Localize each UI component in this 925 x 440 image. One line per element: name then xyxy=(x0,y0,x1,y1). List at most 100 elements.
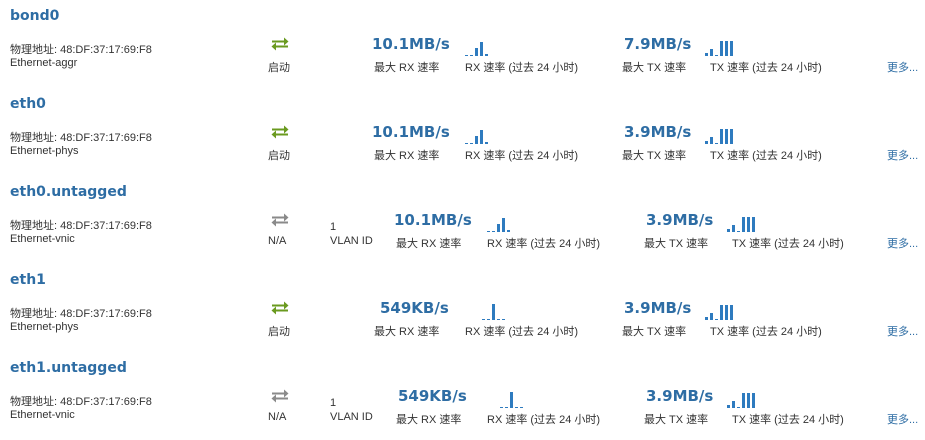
max-tx-rate-label: 最大 TX 速率 xyxy=(622,62,687,74)
gray-transfer-arrows-icon xyxy=(270,388,290,404)
rx-rate-chart-label: RX 速率 (过去 24 小时) xyxy=(465,150,579,162)
rx-rate-sparkline xyxy=(465,38,505,56)
max-rx-rate-value: 549KB/s xyxy=(380,299,449,317)
tx-sparkline-bar xyxy=(705,141,708,144)
rx-sparkline-bar xyxy=(465,55,468,56)
max-rx-rate-label: 最大 RX 速率 xyxy=(374,150,440,162)
interface-type: Ethernet-vnic xyxy=(10,409,75,421)
vlan-id-value: 1 xyxy=(330,397,337,409)
tx-sparkline-bar xyxy=(725,41,728,56)
tx-sparkline-bar xyxy=(705,53,708,56)
max-rx-rate-label: 最大 RX 速率 xyxy=(396,238,462,250)
interface-row: eth1.untagged 物理地址: 48:DF:37:17:69:F8 Ethe… xyxy=(0,352,925,440)
tx-rate-sparkline xyxy=(705,126,745,144)
max-rx-rate-label: 最大 RX 速率 xyxy=(374,326,440,338)
max-rx-rate-value: 549KB/s xyxy=(398,387,467,405)
tx-rate-sparkline xyxy=(727,390,767,408)
tx-sparkline-bar xyxy=(725,129,728,144)
rx-rate-chart-label: RX 速率 (过去 24 小时) xyxy=(487,238,601,250)
mac-address: 物理地址: 48:DF:37:17:69:F8 xyxy=(10,396,152,408)
interface-name: eth0 xyxy=(10,96,46,112)
tx-sparkline-bar xyxy=(705,317,708,320)
mac-address: 物理地址: 48:DF:37:17:69:F8 xyxy=(10,44,152,56)
tx-sparkline-bar xyxy=(742,393,745,408)
rx-sparkline-bar xyxy=(507,230,510,232)
rx-sparkline-bar xyxy=(470,143,473,144)
interface-type: Ethernet-vnic xyxy=(10,233,75,245)
more-link[interactable]: 更多... xyxy=(887,411,918,427)
tx-sparkline-bar xyxy=(710,49,713,56)
tx-sparkline-bar xyxy=(727,405,730,408)
rx-sparkline-bar xyxy=(475,48,478,56)
tx-sparkline-bar xyxy=(737,407,740,408)
interface-name: eth1.untagged xyxy=(10,360,127,376)
tx-rate-chart-label: TX 速率 (过去 24 小时) xyxy=(710,150,822,162)
tx-sparkline-bar xyxy=(742,217,745,232)
tx-sparkline-bar xyxy=(727,229,730,232)
rx-sparkline-bar xyxy=(502,218,505,232)
tx-sparkline-bar xyxy=(737,231,740,232)
rx-sparkline-bar xyxy=(500,407,503,408)
tx-sparkline-bar xyxy=(720,129,723,144)
vlan-id-label: VLAN ID xyxy=(330,235,373,247)
rx-rate-sparkline xyxy=(487,214,527,232)
max-rx-rate-label: 最大 RX 速率 xyxy=(374,62,440,74)
max-tx-rate-label: 最大 TX 速率 xyxy=(644,238,709,250)
tx-sparkline-bar xyxy=(730,129,733,144)
interface-row: eth0 物理地址: 48:DF:37:17:69:F8 Ethernet-phys… xyxy=(0,88,925,176)
tx-sparkline-bar xyxy=(747,217,750,232)
tx-sparkline-bar xyxy=(732,401,735,408)
status-label: 启动 xyxy=(268,326,290,338)
max-tx-rate-value: 3.9MB/s xyxy=(624,299,692,317)
rx-rate-sparkline xyxy=(465,126,505,144)
tx-rate-chart-label: TX 速率 (过去 24 小时) xyxy=(732,414,844,426)
tx-sparkline-bar xyxy=(725,305,728,320)
rx-sparkline-bar xyxy=(487,319,490,320)
interface-type: Ethernet-phys xyxy=(10,145,79,157)
interface-row: eth0.untagged 物理地址: 48:DF:37:17:69:F8 Ethe… xyxy=(0,176,925,264)
vlan-id-label: VLAN ID xyxy=(330,411,373,423)
rx-rate-chart-label: RX 速率 (过去 24 小时) xyxy=(465,62,579,74)
status-label: N/A xyxy=(268,235,287,247)
more-link[interactable]: 更多... xyxy=(887,59,918,75)
more-link[interactable]: 更多... xyxy=(887,323,918,339)
tx-sparkline-bar xyxy=(720,41,723,56)
rx-sparkline-bar xyxy=(515,407,518,408)
rx-sparkline-bar xyxy=(485,142,488,144)
max-tx-rate-value: 3.9MB/s xyxy=(646,211,714,229)
rx-sparkline-bar xyxy=(510,392,513,408)
rx-rate-chart-label: RX 速率 (过去 24 小时) xyxy=(465,326,579,338)
max-tx-rate-label: 最大 TX 速率 xyxy=(622,150,687,162)
status-label: 启动 xyxy=(268,62,290,74)
green-transfer-arrows-icon xyxy=(270,124,290,140)
rx-sparkline-bar xyxy=(492,231,495,232)
rx-sparkline-bar xyxy=(480,42,483,56)
status-label: N/A xyxy=(268,411,287,423)
max-rx-rate-value: 10.1MB/s xyxy=(394,211,472,229)
tx-rate-chart-label: TX 速率 (过去 24 小时) xyxy=(710,326,822,338)
green-transfer-arrows-icon xyxy=(270,300,290,316)
more-link[interactable]: 更多... xyxy=(887,235,918,251)
mac-address: 物理地址: 48:DF:37:17:69:F8 xyxy=(10,308,152,320)
interface-row: bond0 物理地址: 48:DF:37:17:69:F8 Ethernet-agg… xyxy=(0,0,925,88)
interface-name: eth1 xyxy=(10,272,46,288)
tx-sparkline-bar xyxy=(710,313,713,320)
rx-sparkline-bar xyxy=(497,224,500,232)
interface-name: bond0 xyxy=(10,8,60,24)
rx-sparkline-bar xyxy=(492,304,495,320)
tx-sparkline-bar xyxy=(710,137,713,144)
tx-rate-chart-label: TX 速率 (过去 24 小时) xyxy=(732,238,844,250)
tx-sparkline-bar xyxy=(752,217,755,232)
interface-type: Ethernet-phys xyxy=(10,321,79,333)
rx-sparkline-bar xyxy=(505,407,508,408)
green-transfer-arrows-icon xyxy=(270,36,290,52)
tx-rate-sparkline xyxy=(705,38,745,56)
status-label: 启动 xyxy=(268,150,290,162)
max-tx-rate-label: 最大 TX 速率 xyxy=(644,414,709,426)
more-link[interactable]: 更多... xyxy=(887,147,918,163)
max-tx-rate-value: 3.9MB/s xyxy=(624,123,692,141)
tx-sparkline-bar xyxy=(715,143,718,144)
rx-sparkline-bar xyxy=(482,319,485,320)
interface-type: Ethernet-aggr xyxy=(10,57,78,69)
rx-sparkline-bar xyxy=(520,407,523,408)
